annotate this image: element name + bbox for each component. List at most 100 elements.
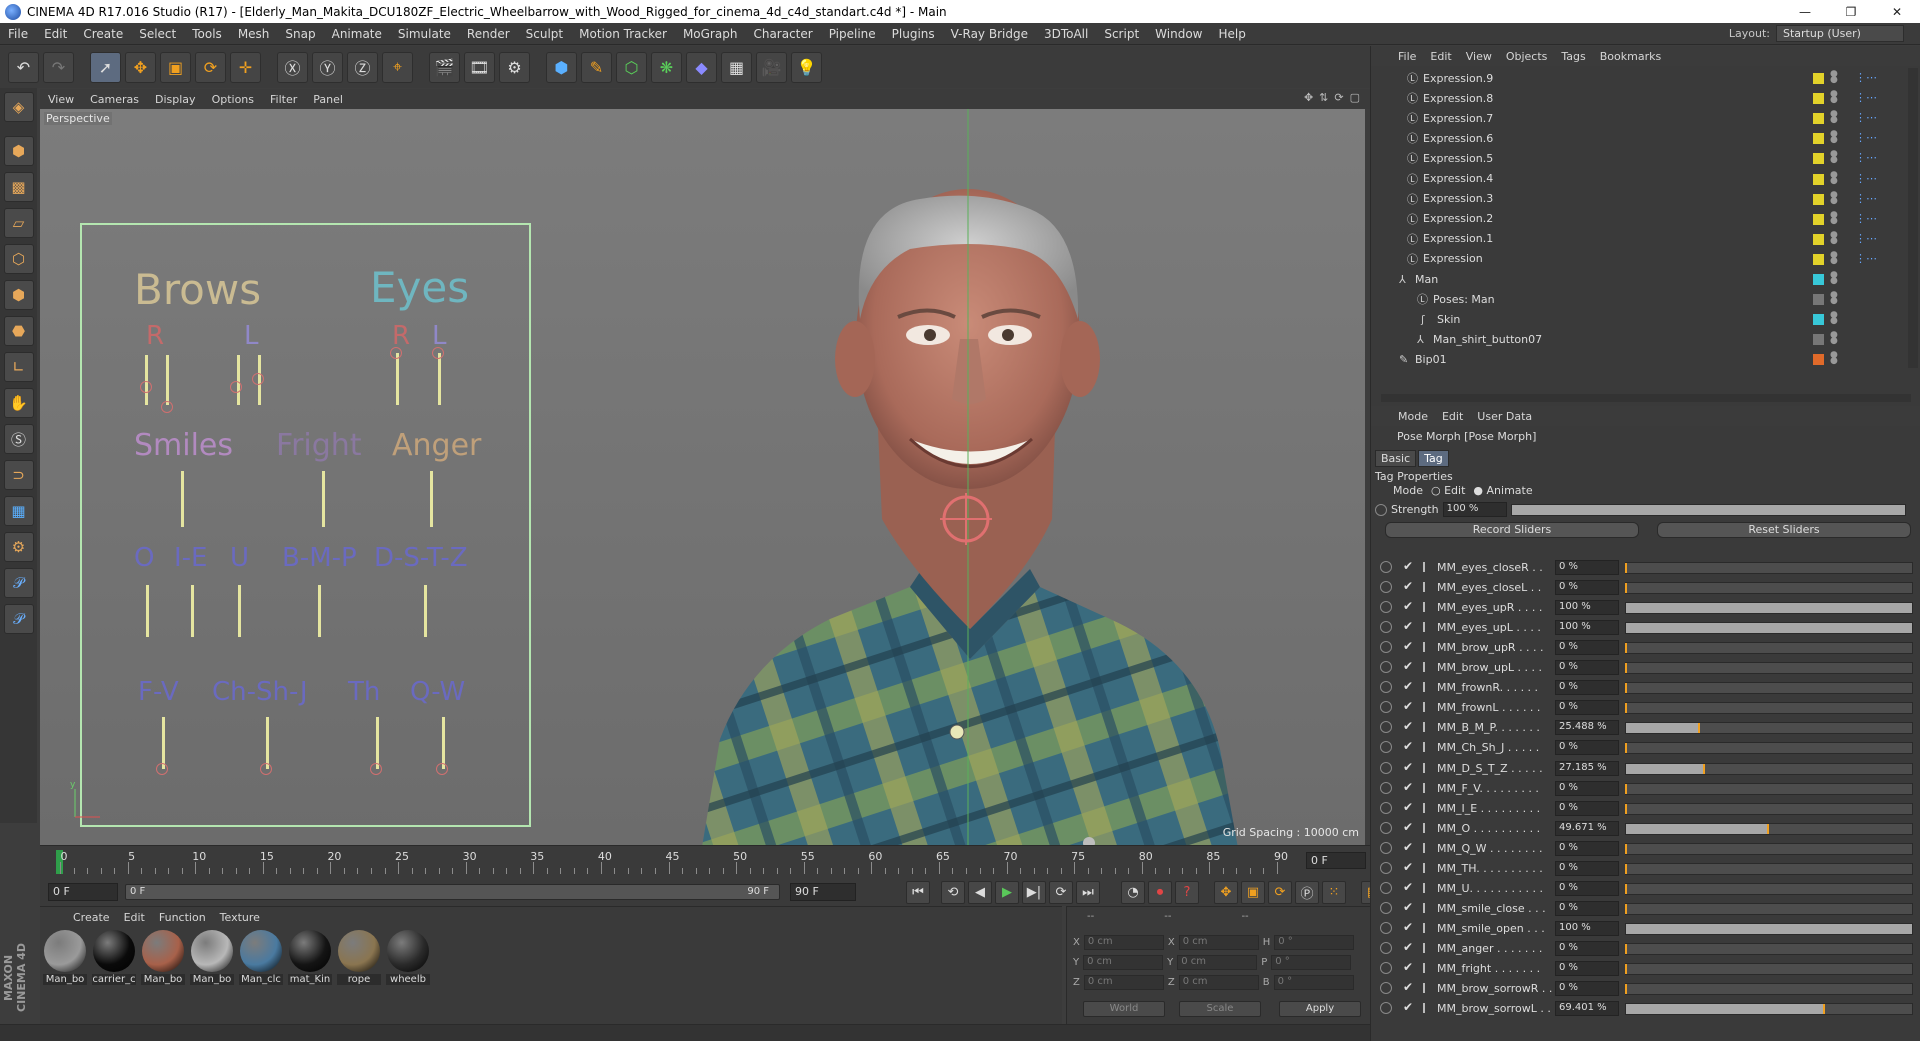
motion-record-icon[interactable]: ◔ — [1121, 881, 1145, 904]
anim-keyframe-icon[interactable] — [1380, 841, 1392, 854]
rot-h-field[interactable]: 0 ° — [1274, 935, 1355, 950]
morph-slider-handle[interactable] — [1625, 663, 1627, 674]
minimize-button[interactable]: — — [1782, 0, 1828, 23]
reset-sliders-button[interactable]: Reset Sliders — [1657, 522, 1911, 538]
enable-checkbox[interactable]: ✔ — [1403, 860, 1413, 874]
enable-checkbox[interactable]: ✔ — [1403, 960, 1413, 974]
fp-slider-u[interactable] — [238, 585, 241, 637]
anim-keyframe-icon[interactable] — [1380, 741, 1392, 754]
menu-tools[interactable]: Tools — [184, 27, 230, 41]
morph-value-field[interactable]: 0 % — [1555, 780, 1619, 796]
key-position-icon[interactable]: ✥ — [1214, 881, 1238, 904]
layer-color-swatch[interactable] — [1813, 93, 1824, 105]
morph-value-field[interactable]: 49.671 % — [1555, 820, 1619, 836]
morph-value-field[interactable]: 100 % — [1555, 600, 1619, 616]
visibility-dots-icon[interactable]: ● ● — [1830, 190, 1838, 205]
menu-snap[interactable]: Snap — [277, 27, 323, 41]
world-dropdown[interactable]: World — [1083, 1001, 1165, 1017]
cube-primitive-icon[interactable]: ⬢ — [546, 51, 577, 83]
enable-checkbox[interactable]: ✔ — [1403, 780, 1413, 794]
subdivision-icon[interactable]: ⬡ — [616, 51, 647, 83]
mat-menu-create[interactable]: Create — [66, 911, 117, 924]
polygons-mode-icon[interactable]: ⬣ — [3, 316, 34, 346]
object-list-hscrollbar[interactable] — [1381, 394, 1911, 402]
apply-button[interactable]: Apply — [1279, 1001, 1361, 1017]
expand-arrow-icon[interactable] — [1423, 622, 1431, 633]
morph-value-field[interactable]: 100 % — [1555, 620, 1619, 636]
morph-value-field[interactable]: 0 % — [1555, 940, 1619, 956]
morph-slider[interactable] — [1625, 983, 1913, 996]
fp-slider-fright[interactable] — [322, 471, 325, 527]
spline-pen-icon[interactable]: ✎ — [581, 51, 612, 83]
play-icon[interactable]: ▶ — [995, 881, 1019, 904]
material-swatch[interactable]: Man_clc — [239, 930, 283, 985]
morph-slider-handle[interactable] — [1625, 883, 1627, 894]
record-keys-icon[interactable]: ⏺ — [1148, 881, 1172, 904]
rot-b-field[interactable]: 0 ° — [1273, 975, 1354, 990]
obj-menu-tags[interactable]: Tags — [1554, 50, 1592, 63]
vp-menu-options[interactable]: Options — [204, 93, 262, 106]
morph-slider-handle[interactable] — [1625, 783, 1627, 794]
material-swatch[interactable]: rope — [337, 930, 381, 985]
obj-menu-bookmarks[interactable]: Bookmarks — [1593, 50, 1668, 63]
expand-arrow-icon[interactable] — [1423, 983, 1431, 994]
layer-color-swatch[interactable] — [1813, 253, 1824, 265]
menu-select[interactable]: Select — [131, 27, 184, 41]
anim-keyframe-icon[interactable] — [1380, 781, 1392, 794]
menu-render[interactable]: Render — [459, 27, 518, 41]
anim-keyframe-icon[interactable] — [1380, 801, 1392, 814]
morph-value-field[interactable]: 0 % — [1555, 900, 1619, 916]
undo-icon[interactable]: ↶ — [8, 51, 39, 83]
object-row[interactable]: Ⓛ Expression.7 ● ● ⋮⋯ — [1371, 108, 1907, 128]
mat-menu-function[interactable]: Function — [152, 911, 213, 924]
morph-slider[interactable] — [1625, 822, 1913, 835]
fp-slider-dstz[interactable] — [424, 585, 427, 637]
object-row[interactable]: Ⓛ Expression.2 ● ● ⋮⋯ — [1371, 209, 1907, 229]
material-swatch[interactable]: Man_bo — [43, 930, 87, 985]
y-axis-lock-icon[interactable]: Ⓨ — [312, 51, 343, 83]
fp-knob-1[interactable] — [140, 381, 152, 393]
morph-slider[interactable] — [1625, 702, 1913, 715]
close-button[interactable]: ✕ — [1874, 0, 1920, 23]
enable-checkbox[interactable]: ✔ — [1403, 1000, 1413, 1014]
key-param-icon[interactable]: Ⓟ — [1295, 881, 1319, 904]
visibility-dots-icon[interactable]: ● ● — [1830, 130, 1838, 145]
expand-arrow-icon[interactable] — [1423, 702, 1431, 713]
enable-checkbox[interactable]: ✔ — [1403, 599, 1413, 613]
object-row[interactable]: Ⓛ Expression.4 ● ● ⋮⋯ — [1371, 169, 1907, 189]
morph-slider-handle[interactable] — [1625, 583, 1627, 594]
fp-slider-anger[interactable] — [430, 471, 433, 527]
fp-slider-brow-r2[interactable] — [166, 355, 169, 405]
expand-arrow-icon[interactable] — [1423, 963, 1431, 973]
fp-knob-10[interactable] — [436, 763, 448, 775]
vp-menu-panel[interactable]: Panel — [305, 93, 351, 106]
make-editable-icon[interactable]: ◈ — [3, 92, 34, 122]
menu-file[interactable]: File — [0, 27, 36, 41]
fp-slider-bmp[interactable] — [318, 585, 321, 637]
vp-menu-view[interactable]: View — [40, 93, 82, 106]
strength-field[interactable]: 100 % — [1442, 502, 1507, 517]
zoom-icon[interactable]: ⇅ — [1319, 91, 1328, 104]
render-settings-icon[interactable]: ⚙ — [499, 51, 530, 83]
anim-keyframe-icon[interactable] — [1380, 701, 1392, 714]
menu-simulate[interactable]: Simulate — [390, 27, 459, 41]
fp-knob-5[interactable] — [390, 347, 402, 359]
object-row[interactable]: Ⓛ Expression ● ● ⋮⋯ — [1371, 249, 1907, 269]
z-axis-lock-icon[interactable]: Ⓩ — [347, 51, 378, 83]
menu-create[interactable]: Create — [75, 27, 131, 41]
fp-slider-o[interactable] — [146, 585, 149, 637]
object-row[interactable]: Ⓛ Expression.5 ● ● ⋮⋯ — [1371, 148, 1907, 168]
enable-checkbox[interactable]: ✔ — [1403, 659, 1413, 673]
visibility-dots-icon[interactable]: ● ● — [1830, 210, 1838, 225]
morph-slider[interactable] — [1625, 902, 1913, 915]
expand-arrow-icon[interactable] — [1423, 862, 1431, 873]
menu-sculpt[interactable]: Sculpt — [518, 27, 571, 41]
anim-keyframe-icon[interactable] — [1380, 962, 1392, 974]
fp-knob-2[interactable] — [161, 401, 173, 413]
fp-knob-9[interactable] — [370, 763, 382, 775]
fp-knob-7[interactable] — [156, 763, 168, 775]
morph-value-field[interactable]: 27.185 % — [1555, 760, 1619, 776]
object-row[interactable]: Ⓛ Expression.1 ● ● ⋮⋯ — [1371, 229, 1907, 249]
anim-keyframe-icon[interactable] — [1380, 1002, 1392, 1015]
points-mode-icon[interactable]: ⬡ — [3, 244, 34, 274]
